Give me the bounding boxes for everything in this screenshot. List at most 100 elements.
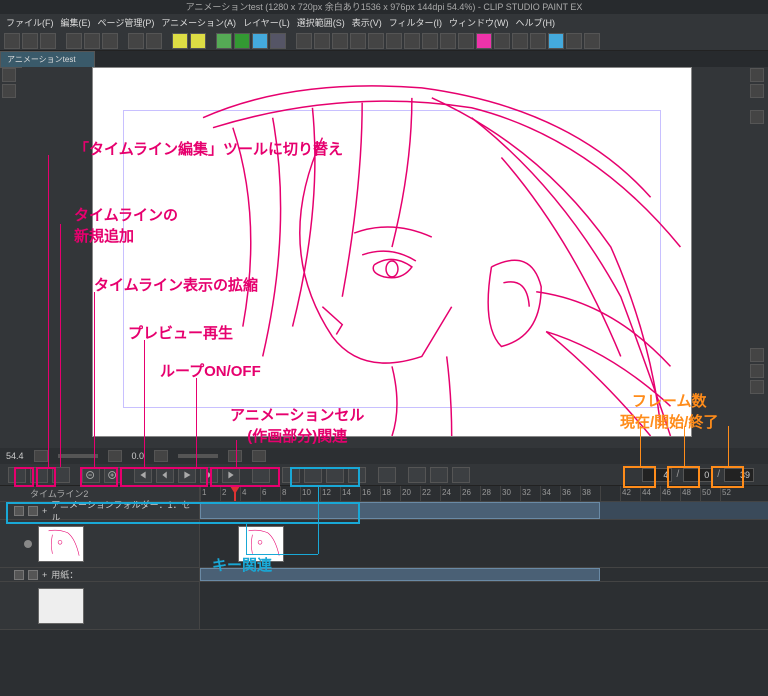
cel-delete-icon[interactable] [326, 467, 344, 483]
paper-header[interactable]: + 用紙： [0, 568, 200, 581]
sel3-icon[interactable] [332, 33, 348, 49]
ruler-tick: 4 [240, 486, 260, 501]
snap3-icon[interactable] [422, 33, 438, 49]
frame-thumbnail[interactable] [238, 526, 284, 562]
snap7-icon[interactable] [494, 33, 510, 49]
cel-split-icon[interactable] [378, 467, 396, 483]
sel5-icon[interactable] [368, 33, 384, 49]
track-body[interactable] [200, 502, 768, 519]
thumb-track[interactable] [200, 520, 768, 567]
snap2-icon[interactable] [404, 33, 420, 49]
cel-new-icon[interactable] [282, 467, 300, 483]
color4-icon[interactable] [270, 33, 286, 49]
save-icon[interactable] [40, 33, 56, 49]
right-tool-6[interactable] [750, 380, 764, 394]
redo-icon[interactable] [84, 33, 100, 49]
menu-help[interactable]: ヘルプ(H) [514, 16, 558, 29]
key-interpolate-icon[interactable] [430, 467, 448, 483]
snap4-icon[interactable] [440, 33, 456, 49]
extra2-icon[interactable] [584, 33, 600, 49]
key-add-icon[interactable] [408, 467, 426, 483]
left-tool-1[interactable] [2, 68, 16, 82]
loop-icon[interactable] [252, 467, 270, 483]
go-start-icon[interactable] [134, 467, 152, 483]
frame-start-field[interactable]: 0 [683, 468, 713, 482]
undo-icon[interactable] [66, 33, 82, 49]
track-enable-checkbox-2[interactable] [28, 506, 38, 516]
zoom-out-icon[interactable] [34, 450, 48, 462]
frame-current-field[interactable]: 4 [642, 468, 672, 482]
3d-icon[interactable] [548, 33, 564, 49]
sel4-icon[interactable] [350, 33, 366, 49]
menu-window[interactable]: ウィンドウ(W) [447, 16, 511, 29]
snap6-icon[interactable] [476, 33, 492, 49]
zoom-out-timeline-icon[interactable] [82, 467, 100, 483]
rotate-right-icon[interactable] [228, 450, 242, 462]
playhead[interactable] [234, 486, 236, 501]
menu-animation[interactable]: アニメーション(A) [159, 16, 238, 29]
snap8-icon[interactable] [512, 33, 528, 49]
sel2-icon[interactable] [314, 33, 330, 49]
cel-assign-icon[interactable] [304, 467, 322, 483]
sel1-icon[interactable] [296, 33, 312, 49]
paper-check-1[interactable] [14, 570, 24, 580]
fill-icon[interactable] [146, 33, 162, 49]
color1-icon[interactable] [216, 33, 232, 49]
color2-icon[interactable] [234, 33, 250, 49]
extra1-icon[interactable] [566, 33, 582, 49]
prev-frame-icon[interactable] [156, 467, 174, 483]
rotate-left-icon[interactable] [154, 450, 168, 462]
zoom-slider[interactable] [58, 454, 98, 458]
menu-page[interactable]: ページ管理(P) [96, 16, 157, 29]
new-timeline-icon[interactable] [30, 467, 48, 483]
zoom-in-timeline-icon[interactable] [104, 467, 122, 483]
paste-icon[interactable] [190, 33, 206, 49]
timeline-settings-icon[interactable] [52, 467, 70, 483]
color3-icon[interactable] [252, 33, 268, 49]
left-tool-2[interactable] [2, 84, 16, 98]
paper-thumb-track[interactable] [200, 582, 768, 629]
rotate-slider[interactable] [178, 454, 218, 458]
timeline-ruler[interactable]: 1246810121416182022242628303234363842444… [200, 486, 768, 501]
next-frame-icon[interactable] [200, 467, 218, 483]
menu-file[interactable]: ファイル(F) [4, 16, 56, 29]
zoom-in-icon[interactable] [108, 450, 122, 462]
track-header[interactable]: + アニメーションフォルダー：1：セル [0, 502, 200, 519]
frame-end-field[interactable]: 39 [724, 468, 754, 482]
menu-filter[interactable]: フィルター(I) [387, 16, 444, 29]
menu-edit[interactable]: 編集(E) [59, 16, 93, 29]
zoom-value: 54.4 [6, 451, 24, 461]
paper-body[interactable] [200, 568, 768, 581]
paper-check-2[interactable] [28, 570, 38, 580]
clear-icon[interactable] [128, 33, 144, 49]
angle-value: 0.0 [132, 451, 145, 461]
layer-thumbnail[interactable] [38, 526, 84, 562]
snap1-icon[interactable] [386, 33, 402, 49]
snap9-icon[interactable] [530, 33, 546, 49]
cel-copy-icon[interactable] [348, 467, 366, 483]
right-tool-5[interactable] [750, 364, 764, 378]
right-tool-visibility-icon[interactable] [750, 68, 764, 82]
open-icon[interactable] [22, 33, 38, 49]
menu-layer[interactable]: レイヤー(L) [241, 16, 292, 29]
new-icon[interactable] [4, 33, 20, 49]
right-tool-3[interactable] [750, 110, 764, 124]
play-icon[interactable] [178, 467, 196, 483]
reset-icon[interactable] [252, 450, 266, 462]
key-delete-icon[interactable] [452, 467, 470, 483]
paper-thumbnail[interactable] [38, 588, 84, 624]
track-enable-checkbox[interactable] [14, 506, 24, 516]
timeline-edit-tool-icon[interactable] [8, 467, 26, 483]
document-tab[interactable]: アニメーションtest [0, 51, 95, 68]
canvas[interactable] [92, 67, 692, 437]
cut-icon[interactable] [172, 33, 188, 49]
delete-icon[interactable] [102, 33, 118, 49]
visibility-dot-icon[interactable] [24, 540, 32, 548]
right-tool-layer-icon[interactable] [750, 84, 764, 98]
right-tool-4[interactable] [750, 348, 764, 362]
go-end-icon[interactable] [222, 467, 240, 483]
paper-thumb-row [0, 582, 768, 630]
menu-view[interactable]: 表示(V) [350, 16, 384, 29]
menu-selection[interactable]: 選択範囲(S) [295, 16, 347, 29]
snap5-icon[interactable] [458, 33, 474, 49]
